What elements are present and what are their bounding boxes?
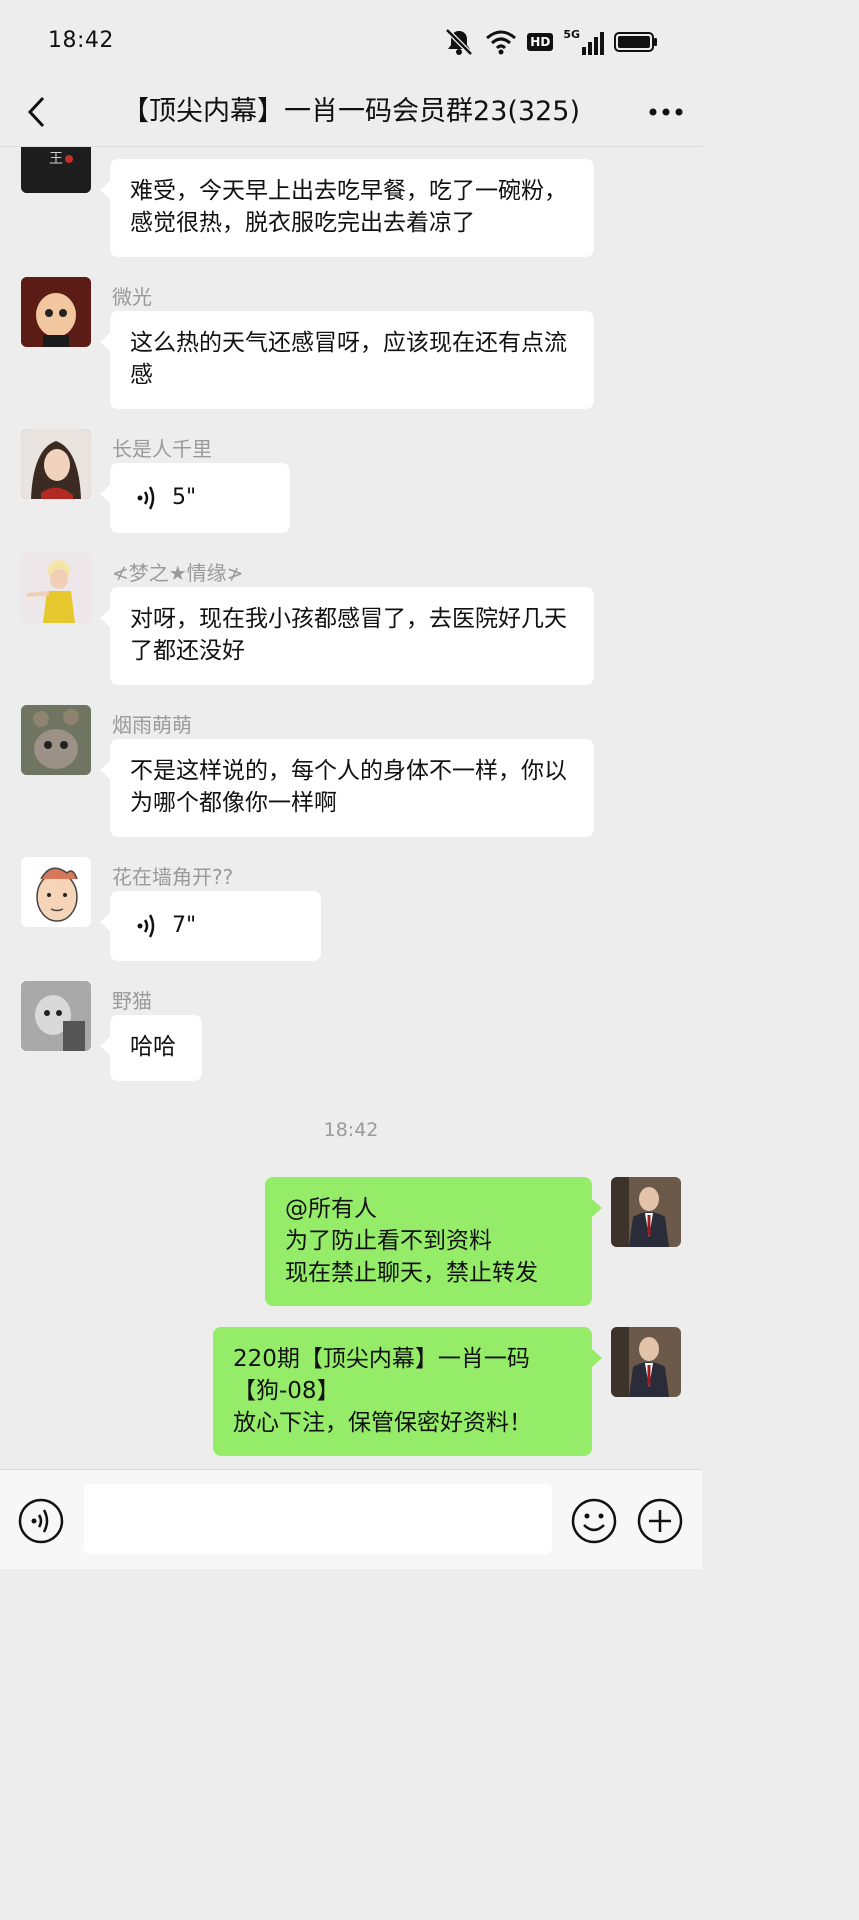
message-timestamp: 18:42 (323, 1119, 379, 1141)
status-icons: HD 5G (443, 26, 658, 58)
emoji-icon (571, 1498, 617, 1544)
message-list[interactable]: 王 难受，今天早上出去吃早餐，吃了一碗粉，感觉很热，脱衣服吃完出去着凉了 微光 … (0, 147, 702, 1469)
more-button[interactable] (646, 86, 686, 138)
message-bubble[interactable]: @所有人 为了防止看不到资料 现在禁止聊天，禁止转发 (265, 1177, 602, 1306)
plus-circle-icon (637, 1498, 683, 1544)
message-bubble[interactable]: 不是这样说的，每个人的身体不一样，你以为哪个都像你一样啊 (100, 739, 594, 837)
avatar[interactable] (21, 857, 91, 927)
sender-name: 花在墙角开?? (112, 865, 234, 889)
hd-icon: HD (527, 33, 554, 51)
avatar[interactable] (21, 277, 91, 347)
avatar[interactable] (21, 429, 91, 499)
emoji-button[interactable] (570, 1497, 618, 1545)
voice-mode-icon (18, 1498, 64, 1544)
message-line: 【狗-08】 (233, 1378, 340, 1404)
network-type-label: 5G (563, 28, 580, 41)
sender-name: 微光 (112, 285, 152, 309)
mute-bell-icon (445, 28, 474, 56)
signal-icon: 5G (563, 29, 604, 55)
message-bubble[interactable]: 这么热的天气还感冒呀，应该现在还有点流感 (100, 311, 594, 409)
message-input[interactable] (84, 1484, 552, 1554)
sender-name: ≮梦之★情缘≯ (112, 561, 244, 585)
voice-duration: 7" (172, 913, 197, 938)
wifi-icon (486, 30, 517, 55)
voice-input-button[interactable] (17, 1497, 65, 1545)
chat-title: 【顶尖内幕】一肖一码会员群23(325) (122, 96, 580, 127)
voice-wave-icon (137, 486, 155, 510)
voice-message[interactable]: 5" (100, 463, 290, 533)
message-line: 220期【顶尖内幕】一肖一码 (233, 1346, 530, 1372)
message-bubble[interactable]: 难受，今天早上出去吃早餐，吃了一碗粉，感觉很热，脱衣服吃完出去着凉了 (100, 159, 594, 257)
status-time: 18:42 (48, 28, 114, 53)
avatar[interactable] (21, 981, 91, 1051)
battery-icon (614, 32, 657, 52)
voice-wave-icon (137, 914, 155, 938)
chevron-left-icon (27, 96, 45, 128)
more-dots-icon (649, 108, 683, 116)
message-line: 放心下注，保管保密好资料！ (233, 1410, 532, 1436)
avatar[interactable] (21, 705, 91, 775)
voice-duration: 5" (172, 485, 197, 510)
my-avatar[interactable] (611, 1177, 681, 1247)
avatar[interactable]: 王 (21, 147, 91, 193)
message-line: @所有人 (285, 1196, 377, 1222)
message-line: 为了防止看不到资料 (285, 1228, 492, 1254)
avatar[interactable] (21, 553, 91, 623)
message-line: 现在禁止聊天，禁止转发 (285, 1260, 538, 1286)
voice-message[interactable]: 7" (100, 891, 321, 961)
message-bubble[interactable]: 对呀，现在我小孩都感冒了，去医院好几天了都还没好 (100, 587, 594, 685)
chat-header: 【顶尖内幕】一肖一码会员群23(325) (0, 78, 702, 147)
input-bar (0, 1469, 702, 1569)
message-bubble[interactable]: 哈哈 (100, 1015, 202, 1081)
sender-name: 烟雨萌萌 (112, 713, 192, 737)
back-button[interactable] (16, 86, 56, 138)
status-bar: 18:42 HD 5G (0, 0, 702, 78)
sender-name: 长是人千里 (112, 437, 212, 461)
sender-name: 野猫 (112, 989, 152, 1013)
message-bubble[interactable]: 220期【顶尖内幕】一肖一码 【狗-08】 放心下注，保管保密好资料！ (213, 1327, 602, 1456)
my-avatar[interactable] (611, 1327, 681, 1397)
svg-text:王: 王 (49, 151, 63, 167)
more-functions-button[interactable] (636, 1497, 684, 1545)
